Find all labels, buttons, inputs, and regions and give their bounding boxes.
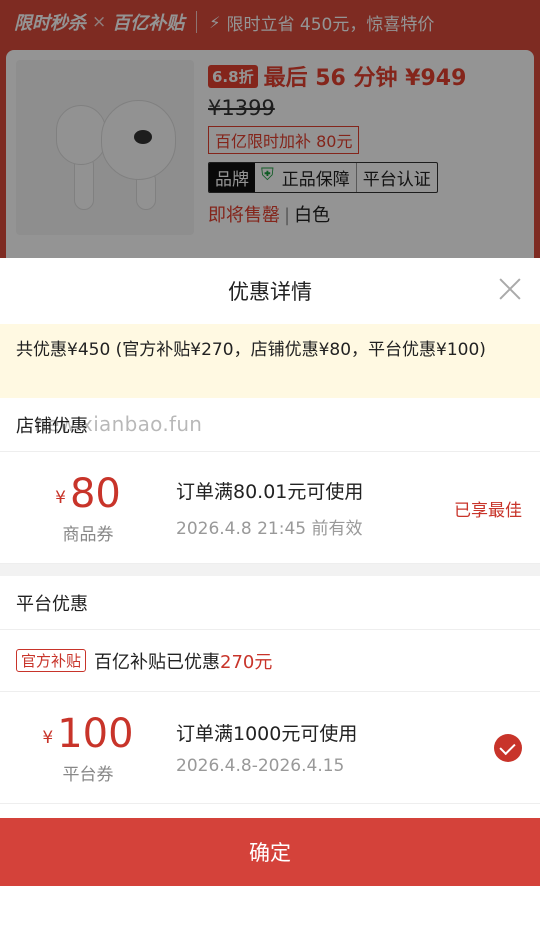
store-coupon[interactable]: ¥ 80 商品券 订单满80.01元可使用 2026.4.8 21:45 前有效… xyxy=(0,452,540,564)
currency-symbol: ¥ xyxy=(42,728,54,748)
coupon-details: 订单满1000元可使用 2026.4.8-2026.4.15 xyxy=(176,719,540,776)
platform-discount-label: 平台优惠 xyxy=(16,593,88,615)
coupon-amount: 100 xyxy=(57,711,134,757)
store-discount-header: 店铺优惠 new.xianbao.fun xyxy=(0,398,540,452)
platform-coupon[interactable]: ¥ 100 平台券 订单满1000元可使用 2026.4.8-2026.4.15 xyxy=(0,692,540,804)
close-icon[interactable] xyxy=(498,277,522,301)
section-gap xyxy=(0,564,540,576)
watermark: new.xianbao.fun xyxy=(34,412,203,436)
coupon-amount: 80 xyxy=(69,471,121,517)
sheet-title: 优惠详情 xyxy=(228,280,312,304)
checkmark-icon[interactable] xyxy=(494,734,522,762)
coupon-value: ¥ 100 平台券 xyxy=(0,710,176,785)
platform-discount-header: 平台优惠 xyxy=(0,576,540,630)
coupon-type: 平台券 xyxy=(62,765,114,785)
confirm-button[interactable]: 确定 xyxy=(0,818,540,886)
coupon-condition: 订单满1000元可使用 xyxy=(176,723,358,745)
best-applied-status: 已享最佳 xyxy=(454,501,522,521)
official-subsidy-tag: 官方补贴 xyxy=(16,649,87,672)
discount-details-sheet: 优惠详情 共优惠¥450 (官方补贴¥270，店铺优惠¥80，平台优惠¥100)… xyxy=(0,258,540,933)
coupon-value: ¥ 80 商品券 xyxy=(0,470,176,545)
currency-symbol: ¥ xyxy=(55,488,66,508)
official-subsidy-text: 百亿补贴已优惠 xyxy=(94,651,221,673)
sheet-header: 优惠详情 xyxy=(0,258,540,324)
coupon-expiry: 2026.4.8-2026.4.15 xyxy=(176,756,345,776)
coupon-type: 商品券 xyxy=(62,525,114,545)
official-subsidy-amount: 270元 xyxy=(220,651,273,673)
dim-overlay[interactable] xyxy=(0,0,540,270)
discount-summary: 共优惠¥450 (官方补贴¥270，店铺优惠¥80，平台优惠¥100) xyxy=(0,324,540,398)
official-subsidy-row: 官方补贴 百亿补贴已优惠 270元 xyxy=(0,630,540,692)
page: 限时秒杀 × 百亿补贴 ⚡ 限时立省 450元，惊喜特价 6.8折 最后 56 … xyxy=(0,0,540,933)
